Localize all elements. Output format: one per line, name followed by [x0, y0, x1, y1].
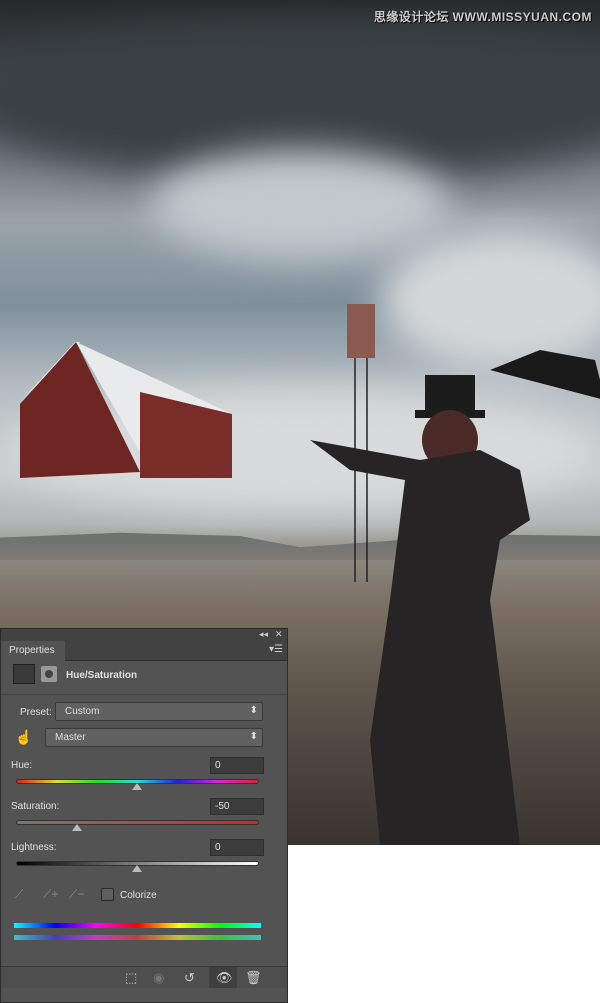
saturation-slider-thumb[interactable] [72, 824, 82, 831]
targeted-adjustment-hand-icon[interactable]: ☝ [15, 729, 32, 746]
close-icon[interactable]: ✕ [275, 629, 283, 640]
preset-label: Preset: [20, 707, 52, 718]
mask-icon[interactable] [41, 666, 57, 682]
floating-barn [20, 342, 232, 478]
woman-with-umbrella [310, 350, 600, 845]
saturation-label: Saturation: [11, 801, 60, 812]
reset-icon[interactable]: ↺ [184, 970, 195, 986]
collapse-icon[interactable]: ◂◂ [259, 629, 268, 640]
adjustment-icon[interactable] [13, 664, 35, 684]
preset-select[interactable]: Custom [55, 702, 263, 721]
lightness-input[interactable]: 0 [210, 839, 264, 856]
hue-label: Hue: [11, 760, 33, 771]
clip-to-layer-icon[interactable]: ⬚ [125, 970, 137, 986]
colorize-checkbox[interactable] [101, 888, 114, 901]
watermark: 思缘设计论坛 WWW.MISSYUAN.COM [373, 10, 592, 24]
delete-trash-icon[interactable]: 🗑 [245, 970, 262, 986]
properties-panel: ◂◂ ✕ Properties ▾☰ Hue/Saturation Preset… [0, 628, 288, 1003]
hue-input[interactable]: 0 [210, 757, 264, 774]
tab-properties[interactable]: Properties [1, 641, 65, 661]
eyedropper-icon[interactable]: ⟋ [15, 887, 23, 902]
eyedropper-add-icon[interactable]: ⟋+ [43, 887, 58, 902]
view-previous-state-icon[interactable]: ◉ [153, 970, 164, 986]
visibility-eye-icon[interactable]: 👁 [216, 970, 233, 986]
saturation-input[interactable]: -50 [210, 798, 264, 815]
colorize-label: Colorize [120, 890, 157, 901]
lightness-slider-thumb[interactable] [132, 865, 142, 872]
input-color-bar [14, 923, 261, 928]
panel-title: Hue/Saturation [66, 670, 138, 681]
channel-select[interactable]: Master [45, 728, 263, 747]
eyedropper-subtract-icon[interactable]: ⟋− [69, 887, 84, 902]
hue-slider-thumb[interactable] [132, 783, 142, 790]
panel-menu-icon[interactable]: ▾☰ [269, 644, 283, 655]
lightness-label: Lightness: [11, 842, 57, 853]
output-color-bar [14, 935, 261, 940]
saturation-slider[interactable] [16, 820, 259, 825]
